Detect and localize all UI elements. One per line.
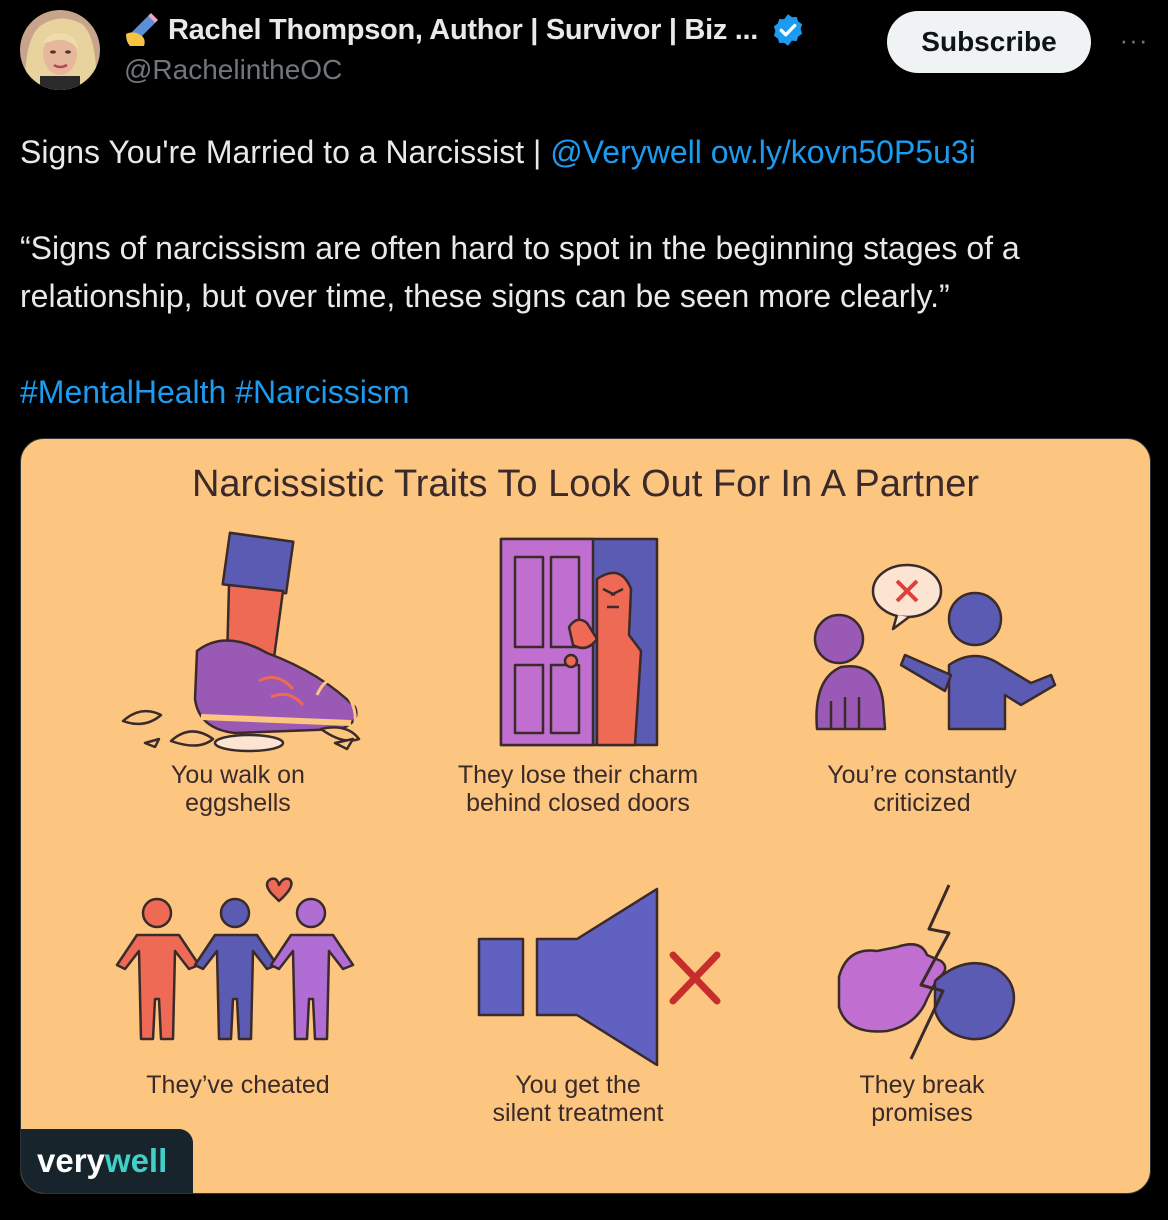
quote-line-2: relationship, but over time, these signs…	[20, 278, 950, 314]
caption-break-promises: They break promises	[859, 1071, 985, 1127]
more-options-icon[interactable]: ···	[1112, 18, 1156, 62]
caption-criticized: You’re constantly criticized	[827, 761, 1017, 817]
infographic-image[interactable]: Narcissistic Traits To Look Out For In A…	[20, 438, 1151, 1194]
foot-on-eggshells-icon	[121, 531, 361, 753]
broken-promise-icon	[837, 884, 1016, 1060]
hashtags: #MentalHealth #Narcissism	[20, 368, 1150, 416]
author-display-name[interactable]: Rachel Thompson, Author | Survivor | Biz…	[168, 14, 758, 47]
quote-line-1: “Signs of narcissism are often hard to s…	[20, 230, 1020, 266]
caption-silent-treatment: You get the silent treatment	[492, 1071, 664, 1127]
author-handle[interactable]: @RachelintheOC	[124, 54, 342, 86]
closed-door-icon	[499, 537, 659, 747]
tweet-headline: Signs You're Married to a Narcissist | @…	[20, 128, 1150, 176]
caption-cheated: They’ve cheated	[146, 1071, 330, 1099]
tweet-text: Signs You're Married to a Narcissist | @…	[20, 128, 1150, 416]
hashtag-narcissism[interactable]: #Narcissism	[235, 374, 409, 410]
criticism-icon	[813, 563, 1057, 731]
verified-badge-icon[interactable]	[770, 12, 806, 48]
verywell-logo: very well	[21, 1129, 193, 1193]
writing-hand-emoji-icon	[126, 13, 158, 46]
hashtag-mental-health[interactable]: #MentalHealth	[20, 374, 226, 410]
mention-link[interactable]: @Verywell	[550, 134, 702, 170]
caption-eggshells: You walk on eggshells	[171, 761, 305, 817]
three-people-icon	[115, 877, 355, 1041]
caption-lose-charm: They lose their charm behind closed doors	[457, 761, 699, 817]
url-link[interactable]: ow.ly/kovn50P5u3i	[711, 134, 976, 170]
avatar[interactable]	[20, 10, 100, 90]
author-name-row[interactable]: Rachel Thompson, Author | Survivor | Biz…	[124, 12, 806, 48]
tweet-headline-text: Signs You're Married to a Narcissist |	[20, 134, 551, 170]
muted-speaker-icon	[477, 887, 721, 1067]
subscribe-button[interactable]: Subscribe	[887, 11, 1091, 73]
